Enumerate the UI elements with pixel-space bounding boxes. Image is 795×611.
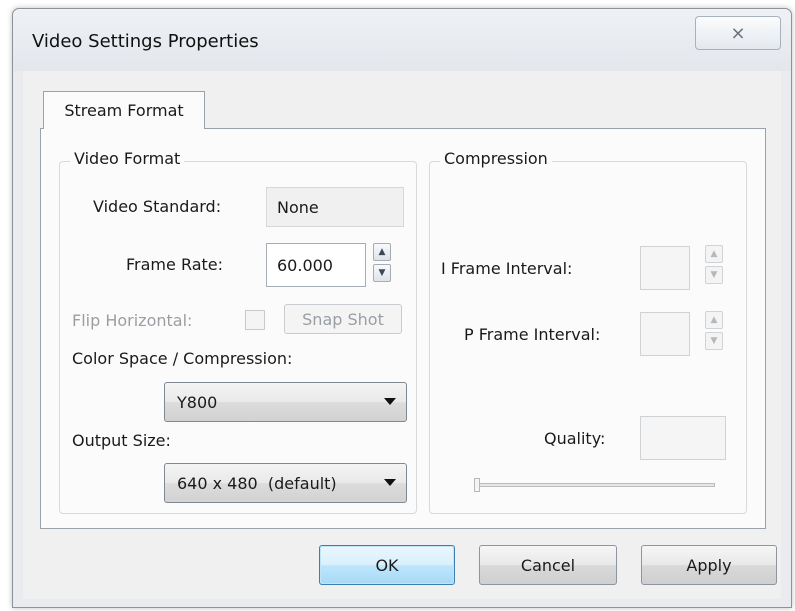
i-frame-interval-input[interactable] (640, 246, 690, 290)
p-frame-interval-input[interactable] (640, 312, 690, 356)
stream-format-panel: Video Format Video Standard: None Frame … (40, 128, 766, 529)
snap-shot-button[interactable]: Snap Shot (284, 304, 402, 334)
cancel-label: Cancel (520, 555, 576, 575)
frame-rate-input[interactable]: 60.000 (266, 243, 366, 287)
tab-label: Stream Format (64, 101, 184, 120)
spin-down-icon[interactable]: ▼ (705, 332, 723, 350)
frame-rate-text: 60.000 (277, 255, 333, 275)
close-icon: ⨯ (730, 22, 746, 44)
title-bar: Video Settings Properties ⨯ (13, 9, 791, 71)
apply-button[interactable]: Apply (641, 545, 777, 585)
frame-rate-stepper[interactable]: ▲ ▼ (373, 243, 391, 285)
p-frame-interval-stepper[interactable]: ▲ ▼ (705, 311, 723, 353)
output-size-selected: 640 x 480 (default) (177, 473, 337, 493)
video-format-group-title: Video Format (70, 149, 185, 168)
color-space-select[interactable]: Y800 (164, 382, 407, 422)
i-frame-interval-stepper[interactable]: ▲ ▼ (705, 245, 723, 287)
spin-down-icon[interactable]: ▼ (373, 264, 391, 282)
i-frame-interval-label: I Frame Interval: (441, 259, 573, 278)
color-space-label: Color Space / Compression: (72, 349, 293, 368)
chevron-down-icon (384, 479, 396, 486)
compression-group-title: Compression (440, 149, 552, 168)
ok-label: OK (375, 555, 399, 575)
frame-rate-label: Frame Rate: (126, 255, 224, 274)
p-frame-interval-label: P Frame Interval: (464, 325, 601, 344)
color-space-selected: Y800 (177, 392, 218, 412)
flip-horizontal-checkbox[interactable] (245, 310, 265, 330)
dialog-window: Video Settings Properties ⨯ Stream Forma… (12, 8, 792, 608)
video-standard-label: Video Standard: (93, 197, 222, 216)
spin-down-icon[interactable]: ▼ (705, 266, 723, 284)
output-size-label: Output Size: (72, 431, 171, 450)
dialog-client-area: Stream Format Video Format Video Standar… (23, 71, 781, 599)
cancel-button[interactable]: Cancel (479, 545, 617, 585)
spin-up-icon[interactable]: ▲ (705, 311, 723, 329)
close-button[interactable]: ⨯ (695, 16, 781, 50)
flip-horizontal-label: Flip Horizontal: (72, 311, 193, 330)
quality-label: Quality: (544, 429, 606, 448)
tab-stream-format[interactable]: Stream Format (43, 91, 205, 129)
output-size-select[interactable]: 640 x 480 (default) (164, 463, 407, 503)
snap-shot-label: Snap Shot (302, 309, 384, 329)
window-title: Video Settings Properties (32, 31, 259, 52)
chevron-down-icon (384, 398, 396, 405)
ok-button[interactable]: OK (319, 545, 455, 585)
quality-input[interactable] (640, 416, 726, 460)
apply-label: Apply (686, 555, 732, 575)
video-format-group: Video Format Video Standard: None Frame … (59, 149, 417, 514)
quality-slider-thumb[interactable] (474, 478, 480, 492)
compression-group: Compression I Frame Interval: ▲ ▼ P Fram… (429, 149, 747, 514)
quality-slider-track[interactable] (475, 483, 715, 487)
video-standard-value: None (266, 187, 404, 227)
video-standard-text: None (277, 197, 319, 217)
spin-up-icon[interactable]: ▲ (373, 243, 391, 261)
spin-up-icon[interactable]: ▲ (705, 245, 723, 263)
